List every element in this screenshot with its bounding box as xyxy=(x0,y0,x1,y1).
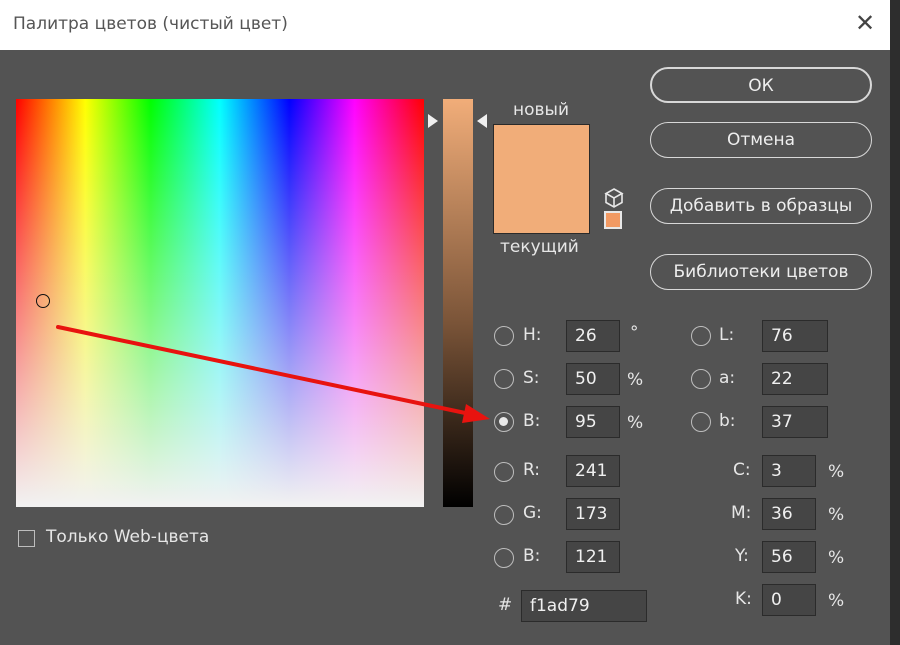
green-label: G: xyxy=(523,503,542,523)
slider-handle-right-icon[interactable] xyxy=(477,114,487,128)
background-strip xyxy=(890,0,900,645)
color-field[interactable] xyxy=(16,99,424,507)
lab-b-input[interactable]: 37 xyxy=(762,406,828,438)
add-to-swatches-button[interactable]: Добавить в образцы xyxy=(650,188,872,224)
magenta-unit: % xyxy=(828,505,845,525)
hue-label: H: xyxy=(523,325,542,345)
lab-a-label: a: xyxy=(719,368,736,388)
web-colors-label: Только Web-цвета xyxy=(46,527,210,547)
title-bar: Палитра цветов (чистый цвет) ✕ xyxy=(0,0,890,50)
brightness-input[interactable]: 95 xyxy=(566,406,620,438)
color-libraries-button[interactable]: Библиотеки цветов xyxy=(650,254,872,290)
cyan-label: C: xyxy=(733,460,751,480)
radio-saturation[interactable] xyxy=(494,369,514,389)
lab-b-label: b: xyxy=(719,411,736,431)
yellow-label: Y: xyxy=(735,546,749,566)
radio-hue[interactable] xyxy=(494,326,514,346)
black-unit: % xyxy=(828,591,845,611)
cancel-button[interactable]: Отмена xyxy=(650,122,872,158)
lab-a-input[interactable]: 22 xyxy=(762,363,828,395)
brightness-slider[interactable] xyxy=(443,99,473,507)
radio-red[interactable] xyxy=(494,462,514,482)
red-label: R: xyxy=(523,460,541,480)
radio-lightness[interactable] xyxy=(691,326,711,346)
cyan-input[interactable]: 3 xyxy=(762,455,816,487)
yellow-input[interactable]: 56 xyxy=(762,541,816,573)
magenta-input[interactable]: 36 xyxy=(762,498,816,530)
radio-lab-b[interactable] xyxy=(691,412,711,432)
radio-green[interactable] xyxy=(494,505,514,525)
lightness-label: L: xyxy=(719,325,735,345)
radio-lab-a[interactable] xyxy=(691,369,711,389)
gamut-swatch[interactable] xyxy=(604,211,622,229)
web-colors-checkbox[interactable] xyxy=(18,530,35,547)
red-input[interactable]: 241 xyxy=(566,455,620,487)
magenta-label: M: xyxy=(731,503,752,523)
current-color-swatch[interactable] xyxy=(493,181,590,234)
radio-brightness[interactable] xyxy=(494,412,514,432)
color-field-marker[interactable] xyxy=(36,294,50,308)
lightness-input[interactable]: 76 xyxy=(762,320,828,352)
ok-button[interactable]: ОК xyxy=(650,67,872,103)
hue-unit: ° xyxy=(630,323,639,343)
black-label: K: xyxy=(735,589,752,609)
new-color-label: новый xyxy=(513,100,570,120)
window-title: Палитра цветов (чистый цвет) xyxy=(13,14,288,34)
hex-input[interactable]: f1ad79 xyxy=(521,590,647,622)
saturation-unit: % xyxy=(627,370,644,390)
slider-handle-left-icon[interactable] xyxy=(428,114,438,128)
saturation-label: S: xyxy=(523,368,540,388)
new-color-swatch xyxy=(493,124,590,182)
black-input[interactable]: 0 xyxy=(762,584,816,616)
green-input[interactable]: 173 xyxy=(566,498,620,530)
hue-input[interactable]: 26 xyxy=(566,320,620,352)
radio-blue[interactable] xyxy=(494,548,514,568)
saturation-input[interactable]: 50 xyxy=(566,363,620,395)
cube-icon[interactable] xyxy=(603,187,625,209)
cyan-unit: % xyxy=(828,462,845,482)
brightness-unit: % xyxy=(627,413,644,433)
current-color-label: текущий xyxy=(500,237,579,257)
close-icon[interactable]: ✕ xyxy=(852,10,878,36)
blue-input[interactable]: 121 xyxy=(566,541,620,573)
blue-label: B: xyxy=(523,546,541,566)
color-picker-dialog: новый текущий ОК Отмена Добавить в образ… xyxy=(0,50,890,645)
hex-prefix: # xyxy=(498,595,513,615)
brightness-label: B: xyxy=(523,411,541,431)
yellow-unit: % xyxy=(828,548,845,568)
